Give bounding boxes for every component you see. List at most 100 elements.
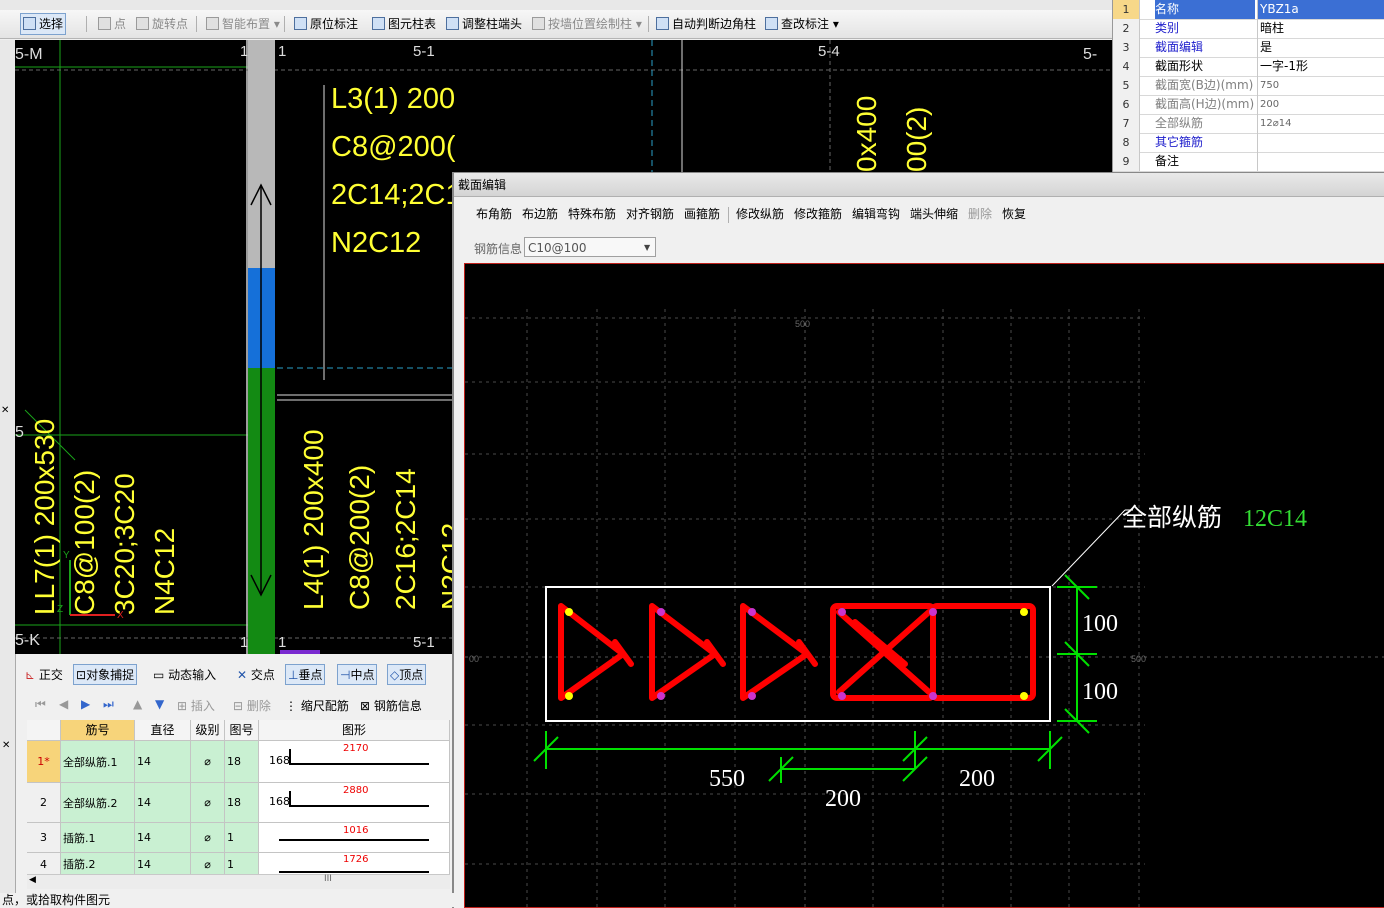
property-value[interactable]: YBZ1a xyxy=(1257,0,1384,19)
property-row[interactable]: 2 类别 暗柱 xyxy=(1113,19,1384,39)
move-down-icon[interactable]: ▼ xyxy=(155,697,164,711)
wall-icon xyxy=(532,17,545,30)
vertex-snap[interactable]: ◇顶点 xyxy=(387,664,427,685)
perpendicular-snap[interactable]: ⊥垂点 xyxy=(285,664,326,685)
section-editor-dialog: 截面编辑 布角筋 布边筋 特殊布筋 对齐钢筋 画箍筋 修改纵筋 修改箍筋 编辑弯… xyxy=(452,172,1384,908)
edit-hook-button[interactable]: 编辑弯钩 xyxy=(852,205,900,222)
rebar-info-input[interactable]: C10@100 xyxy=(524,237,656,257)
left-dock-edge-lower: ✕ xyxy=(0,654,16,894)
property-value[interactable]: 750 xyxy=(1257,76,1384,95)
restore-button[interactable]: 恢复 xyxy=(1002,205,1026,222)
property-row[interactable]: 8 其它箍筋 xyxy=(1113,133,1384,153)
last-page-icon[interactable]: ⏭ xyxy=(103,697,114,712)
scroll-grip-icon[interactable]: III xyxy=(324,874,332,884)
delete-button[interactable]: 删除 xyxy=(968,205,992,222)
property-row[interactable]: 4 截面形状 一字-1形 xyxy=(1113,57,1384,77)
shape-cell[interactable]: 168 2880 xyxy=(259,783,450,822)
move-up-icon[interactable]: ▲ xyxy=(133,697,142,711)
dynamic-input-toggle[interactable]: ▭ 动态输入 xyxy=(153,666,216,683)
scroll-left-icon[interactable]: ◀ xyxy=(29,875,36,885)
draw-stirrup-button[interactable]: 画箍筋 xyxy=(684,205,720,222)
object-snap-toggle[interactable]: ⊡对象捕捉 xyxy=(73,664,138,685)
auto-corner-column-button[interactable]: 自动判断边角柱 xyxy=(654,14,758,34)
draw-column-by-wall-button[interactable]: 按墙位置绘制柱 ▾ xyxy=(530,14,644,34)
chevron-down-icon[interactable]: ▼ xyxy=(644,243,650,252)
edit-stirrup-button[interactable]: 修改箍筋 xyxy=(794,205,842,222)
shape-cell[interactable]: 168 2170 xyxy=(259,741,450,782)
column-header-diameter[interactable]: 直径(mm) xyxy=(135,720,191,757)
property-value[interactable]: 200 xyxy=(1257,95,1384,114)
smart-place-button[interactable]: 智能布置 ▾ xyxy=(204,14,282,34)
close-icon[interactable]: ✕ xyxy=(1,405,9,416)
midpoint-snap[interactable]: ⊣中点 xyxy=(337,664,378,685)
axis-label-5-4: 5-4 xyxy=(818,43,840,60)
property-row[interactable]: 3 截面编辑是 xyxy=(1113,38,1384,58)
property-row[interactable]: 6 截面高(H边)(mm) 200 xyxy=(1113,95,1384,115)
property-row[interactable]: 7 全部纵筋 12⌀14 xyxy=(1113,114,1384,134)
first-page-icon[interactable]: ⏮ xyxy=(35,697,46,712)
beam-right-size: 0x400 xyxy=(851,95,882,172)
adjust-column-end-button[interactable]: 调整柱端头 xyxy=(444,14,524,34)
delete-icon: ⊟ xyxy=(233,699,244,713)
stirrup-triangle xyxy=(558,603,626,701)
delete-row-button[interactable]: ⊟ 删除 xyxy=(233,697,271,714)
point-button[interactable]: 点 xyxy=(96,14,128,34)
table-row[interactable]: 4 插筋.2 14 ⌀ 1 1726 xyxy=(27,853,450,874)
annotation-icon xyxy=(294,17,307,30)
align-rebar-button[interactable]: 对齐钢筋 xyxy=(626,205,674,222)
in-place-annotation-button[interactable]: 原位标注 xyxy=(292,14,360,34)
drawing-canvas[interactable]: Y Z X 5-M 1 1 5-1 5-K 1 1 5-1 5 L3(1) 20… xyxy=(15,40,455,654)
rebar-dot xyxy=(657,608,665,616)
column-table-button[interactable]: 图元柱表 xyxy=(370,14,438,34)
table-row[interactable]: 2 全部纵筋.2 14 ⌀ 18 168 2880 xyxy=(27,783,450,823)
insert-button[interactable]: ⊞ 插入 xyxy=(177,697,215,714)
beam-ll7-stirrup: C8@100(2) xyxy=(69,469,100,615)
property-value[interactable] xyxy=(1257,133,1384,152)
property-value[interactable]: 一字-1形 xyxy=(1257,57,1384,76)
property-value[interactable]: 12⌀14 xyxy=(1257,114,1384,133)
horizontal-scrollbar[interactable]: ◀ III xyxy=(27,874,450,889)
axis-label-5: 5- xyxy=(1083,46,1098,63)
smart-place-icon xyxy=(206,17,219,30)
check-annotation-button[interactable]: 查改标注 ▾ xyxy=(763,14,841,34)
close-icon[interactable]: ✕ xyxy=(2,740,10,751)
column-header-grade[interactable]: 级别 xyxy=(191,720,225,740)
property-row[interactable]: 5 截面宽(B边)(mm) 750 xyxy=(1113,76,1384,96)
ortho-toggle[interactable]: ⊾ 正交 xyxy=(25,666,63,683)
info-icon: ⊠ xyxy=(360,699,371,713)
property-name: 类别 xyxy=(1155,21,1180,35)
property-row[interactable]: 1 名称 YBZ1a xyxy=(1113,0,1384,20)
column-header-shape[interactable]: 图形 xyxy=(259,720,450,740)
property-value[interactable]: 暗柱 xyxy=(1257,19,1384,38)
toolbar-separator xyxy=(728,207,729,223)
special-rebar-button[interactable]: 特殊布筋 xyxy=(568,205,616,222)
edit-longitudinal-button[interactable]: 修改纵筋 xyxy=(736,205,784,222)
axis-label-1: 1 xyxy=(278,43,287,60)
select-tool-button[interactable]: 选择 xyxy=(20,13,67,35)
next-icon[interactable]: ▶ xyxy=(81,697,90,711)
edge-rebar-button[interactable]: 布边筋 xyxy=(522,205,558,222)
drawing-canvas-continued[interactable]: 5-4 5- 0x400 00(2) xyxy=(455,40,1112,172)
intersection-snap[interactable]: ✕ 交点 xyxy=(237,666,275,683)
shape-cell[interactable]: 1016 xyxy=(259,823,450,852)
table-row[interactable]: 1* 全部纵筋.1 14 ⌀ 18 168 2170 xyxy=(27,741,450,783)
column-header-bar-no[interactable]: 筋号 xyxy=(61,720,135,740)
property-value[interactable] xyxy=(1257,152,1384,171)
end-extend-button[interactable]: 端头伸缩 xyxy=(910,205,958,222)
property-row[interactable]: 9 备注 xyxy=(1113,152,1384,172)
annotation-value: 12C14 xyxy=(1243,506,1307,532)
corner-rebar-button[interactable]: 布角筋 xyxy=(476,205,512,222)
scale-rebar-button[interactable]: ⋮ 缩尺配筋 xyxy=(285,697,349,714)
rotate-point-button[interactable]: 旋转点 xyxy=(134,14,190,34)
stirrup-rect xyxy=(930,603,1036,701)
prev-icon[interactable]: ◀ xyxy=(59,697,68,711)
section-canvas[interactable]: 500 00 500 全部纵筋 12C14 100 100 550 200 20… xyxy=(464,263,1384,908)
rebar-info-button[interactable]: ⊠ 钢筋信息 xyxy=(360,697,422,714)
shape-cell[interactable]: 1726 xyxy=(259,853,450,874)
table-row[interactable]: 3 插筋.1 14 ⌀ 1 1016 xyxy=(27,823,450,853)
column-header-figure-no[interactable]: 图号 xyxy=(225,720,259,740)
hook-shape xyxy=(289,749,291,763)
property-value[interactable]: 是 xyxy=(1257,38,1384,57)
vertex-icon: ◇ xyxy=(390,668,400,682)
dialog-title[interactable]: 截面编辑 xyxy=(454,173,1384,197)
